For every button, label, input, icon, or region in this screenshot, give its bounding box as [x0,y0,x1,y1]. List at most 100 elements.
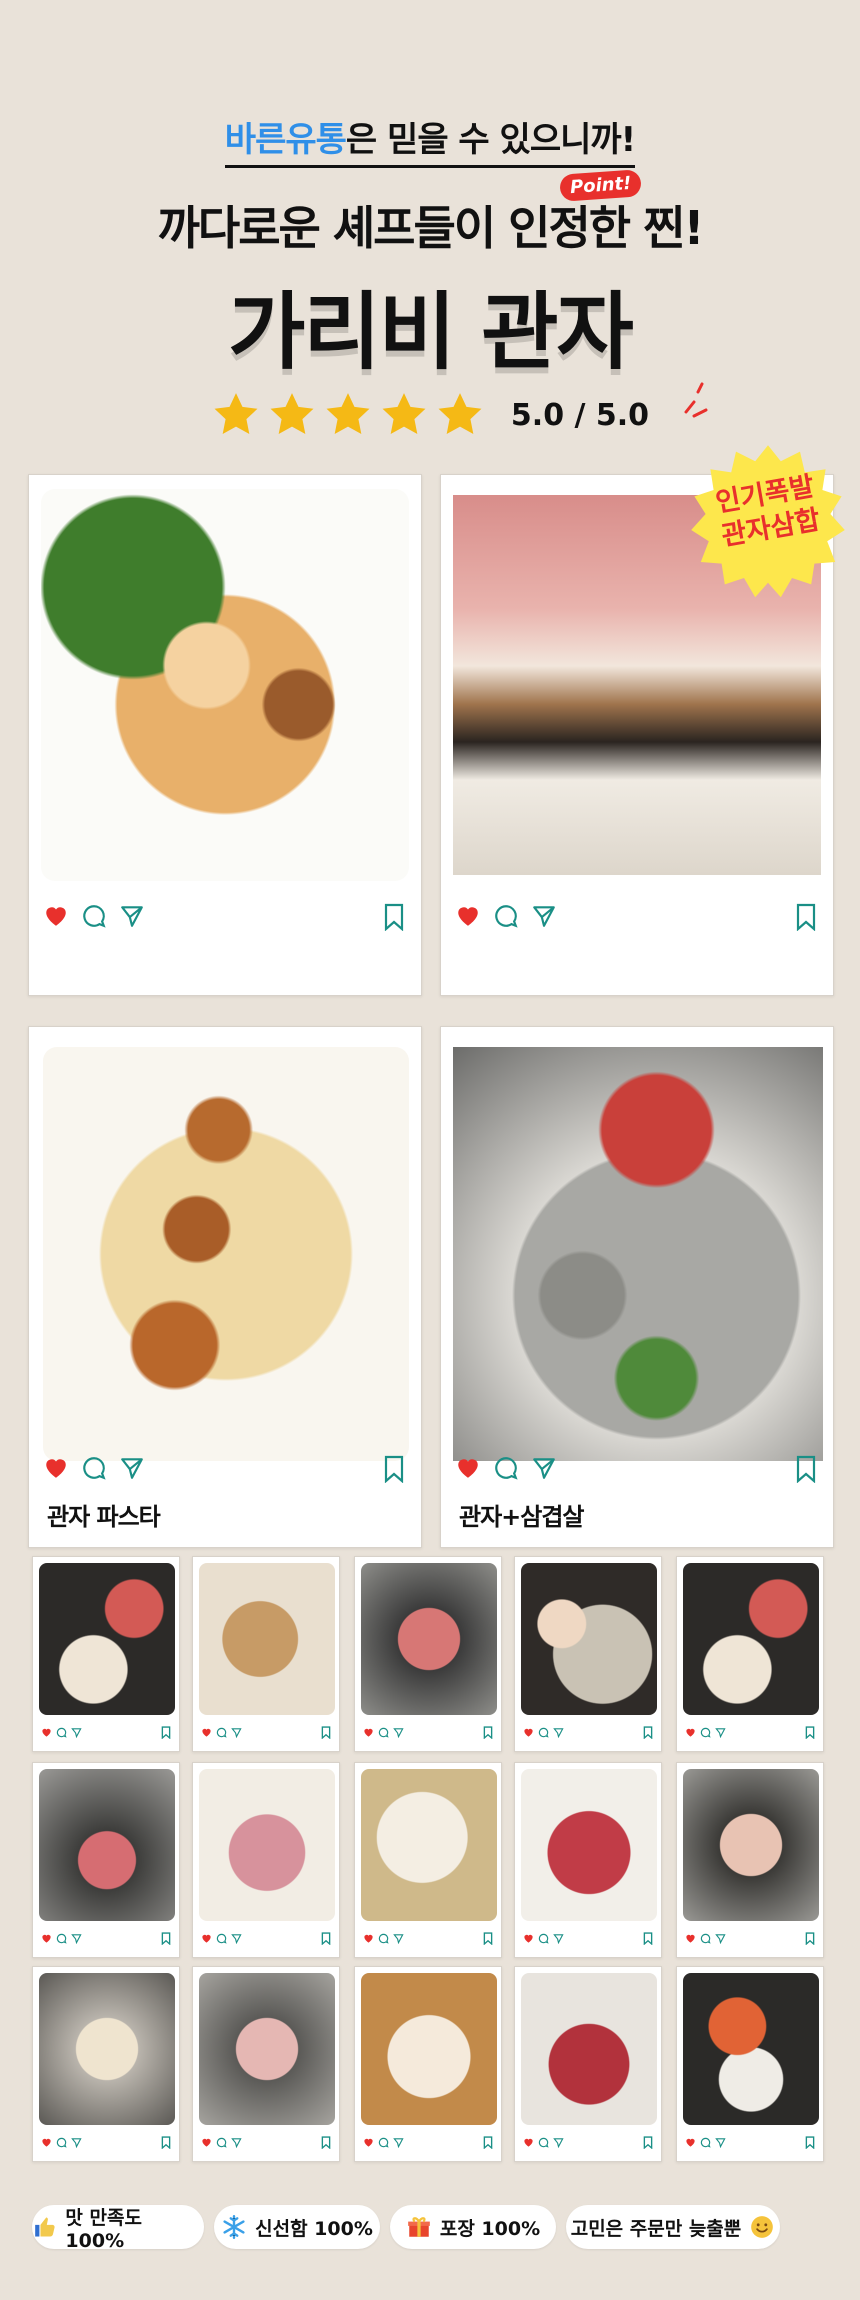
share-icon[interactable] [553,2137,564,2148]
share-icon[interactable] [71,1727,82,1738]
heart-icon[interactable] [455,903,481,929]
mini-photo-card[interactable] [32,1556,180,1752]
mini-photo-card[interactable] [32,1966,180,2162]
share-icon[interactable] [231,1727,242,1738]
comment-icon[interactable] [493,903,519,929]
mini-photo-card[interactable] [676,1762,824,1958]
heart-icon[interactable] [685,1727,696,1738]
mini-photo-card[interactable] [514,1556,662,1752]
bookmark-icon[interactable] [483,2136,493,2149]
mini-photo-card[interactable] [514,1966,662,2162]
bookmark-icon[interactable] [161,1932,171,1945]
bookmark-icon[interactable] [383,1455,405,1483]
mini-photo-card[interactable] [354,1966,502,2162]
feature-pill-package: 포장 100% [390,2205,556,2249]
comment-icon[interactable] [81,903,107,929]
share-icon[interactable] [553,1933,564,1944]
bookmark-icon[interactable] [643,2136,653,2149]
comment-icon[interactable] [700,1727,711,1738]
mini-photo-card[interactable] [192,1556,340,1752]
mini-photo-card[interactable] [354,1556,502,1752]
bookmark-icon[interactable] [321,1726,331,1739]
mini-photo-card[interactable] [32,1762,180,1958]
heart-icon[interactable] [523,1727,534,1738]
comment-icon[interactable] [538,1727,549,1738]
heart-icon[interactable] [455,1455,481,1481]
comment-icon[interactable] [56,2137,67,2148]
comment-icon[interactable] [216,1933,227,1944]
share-icon[interactable] [715,1933,726,1944]
comment-icon[interactable] [538,1933,549,1944]
share-icon[interactable] [119,1455,145,1481]
comment-icon[interactable] [81,1455,107,1481]
bookmark-icon[interactable] [805,1932,815,1945]
heart-icon[interactable] [201,1727,212,1738]
comment-icon[interactable] [216,2137,227,2148]
share-icon[interactable] [531,1455,557,1481]
headline-chef-line: 까다로운 셰프들이 인정한 찐! [157,201,705,255]
grill-pork-photo [361,1563,497,1715]
comment-icon[interactable] [216,1727,227,1738]
comment-icon[interactable] [493,1455,519,1481]
heart-icon[interactable] [43,903,69,929]
share-icon[interactable] [119,903,145,929]
bookmark-icon[interactable] [795,903,817,931]
photo-card[interactable]: 관자+삼겹살 [440,1026,834,1548]
share-icon[interactable] [393,1727,404,1738]
comment-icon[interactable] [538,2137,549,2148]
bookmark-icon[interactable] [383,903,405,931]
heart-icon[interactable] [685,1933,696,1944]
share-icon[interactable] [71,1933,82,1944]
bookmark-icon[interactable] [643,1932,653,1945]
bookmark-icon[interactable] [321,1932,331,1945]
mini-photo-card[interactable] [676,1556,824,1752]
heart-icon[interactable] [363,1727,374,1738]
heart-icon[interactable] [363,1933,374,1944]
mini-photo-card[interactable] [354,1762,502,1958]
heart-icon[interactable] [41,2137,52,2148]
share-icon[interactable] [715,1727,726,1738]
heart-icon[interactable] [523,2137,534,2148]
heart-icon[interactable] [43,1455,69,1481]
mini-photo-card[interactable] [192,1966,340,2162]
bookmark-icon[interactable] [161,1726,171,1739]
heart-icon[interactable] [201,1933,212,1944]
share-icon[interactable] [715,2137,726,2148]
comment-icon[interactable] [56,1933,67,1944]
heart-icon[interactable] [523,1933,534,1944]
photo-card[interactable] [28,474,422,996]
bookmark-icon[interactable] [805,2136,815,2149]
steak-mushroom-photo [521,1973,657,2125]
mini-photo-card[interactable] [192,1762,340,1958]
comment-icon[interactable] [378,1727,389,1738]
mini-photo-card[interactable] [676,1966,824,2162]
share-icon[interactable] [393,2137,404,2148]
share-icon[interactable] [531,903,557,929]
mini-photo-card[interactable] [514,1762,662,1958]
bookmark-icon[interactable] [483,1726,493,1739]
heart-icon[interactable] [363,2137,374,2148]
heart-icon[interactable] [201,2137,212,2148]
comment-icon[interactable] [700,1933,711,1944]
heart-icon[interactable] [685,2137,696,2148]
share-icon[interactable] [71,2137,82,2148]
comment-icon[interactable] [56,1727,67,1738]
share-icon[interactable] [393,1933,404,1944]
comment-icon[interactable] [378,2137,389,2148]
share-icon[interactable] [553,1727,564,1738]
comment-icon[interactable] [700,2137,711,2148]
bookmark-icon[interactable] [321,2136,331,2149]
bookmark-icon[interactable] [161,2136,171,2149]
photo-card[interactable]: 관자 파스타 [28,1026,422,1548]
headline-brand-line: 바른유통은 믿을 수 있으니까! [0,112,860,168]
bookmark-icon[interactable] [805,1726,815,1739]
heart-icon[interactable] [41,1933,52,1944]
shrimp-grill-photo [683,1973,819,2125]
bookmark-icon[interactable] [643,1726,653,1739]
heart-icon[interactable] [41,1727,52,1738]
bookmark-icon[interactable] [795,1455,817,1483]
share-icon[interactable] [231,1933,242,1944]
share-icon[interactable] [231,2137,242,2148]
comment-icon[interactable] [378,1933,389,1944]
bookmark-icon[interactable] [483,1932,493,1945]
